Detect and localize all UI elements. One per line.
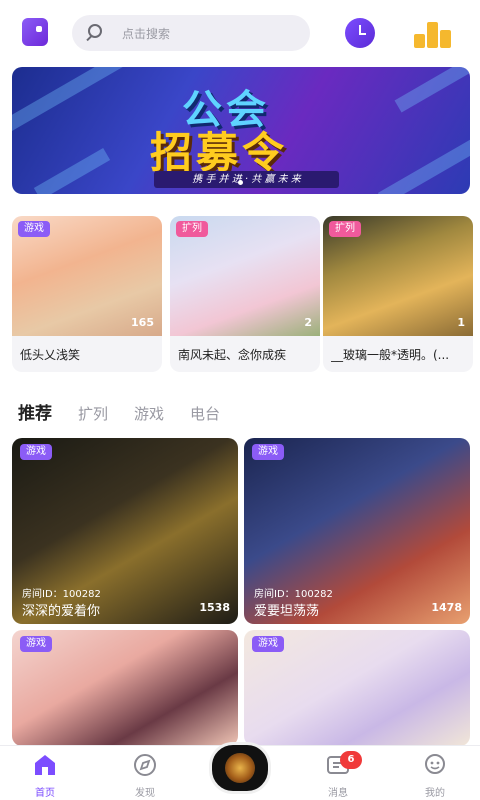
listener-count: 1538: [199, 601, 230, 614]
nav-discover[interactable]: 发现: [110, 746, 180, 800]
banner-pager-dot: [238, 180, 243, 185]
home-icon: [35, 755, 55, 775]
listener-count: 2: [304, 316, 312, 329]
banner-slogan: 携 手 并 进 · 共 赢 未 来: [154, 171, 339, 188]
room-tag: 游戏: [252, 636, 284, 652]
room-title: 爱要坦荡荡: [254, 604, 320, 619]
nav-me[interactable]: 我的: [400, 746, 470, 800]
room-id: 房间ID：100282: [254, 589, 333, 600]
listener-count: 1: [457, 316, 465, 329]
tab-recommend[interactable]: 推荐: [18, 399, 52, 424]
room-tag: 扩列: [176, 221, 208, 237]
category-tabs: 推荐 扩列 游戏 电台: [18, 396, 246, 424]
top-room-card[interactable]: 游戏 165 低头乂浅笑: [12, 216, 162, 372]
compass-icon: [134, 754, 156, 776]
nav-home[interactable]: 首页: [10, 746, 80, 800]
room-tag: 游戏: [18, 221, 50, 237]
nav-home-label: 首页: [35, 788, 55, 799]
listener-count: 165: [131, 316, 154, 329]
history-clock-icon[interactable]: [345, 18, 375, 48]
room-card[interactable]: 游戏 房间ID：100282 爱要坦荡荡 1478: [244, 438, 470, 624]
nav-me-label: 我的: [425, 788, 445, 799]
tab-games[interactable]: 游戏: [134, 403, 164, 424]
nav-discover-label: 发现: [135, 788, 155, 799]
rank-trophy-icon[interactable]: [414, 18, 452, 48]
listener-count: 1478: [431, 601, 462, 614]
profile-face-icon: [425, 754, 445, 774]
tab-expand[interactable]: 扩列: [78, 403, 108, 424]
room-name: 南风未起、念你成疾: [178, 348, 287, 362]
room-name: 低头乂浅笑: [20, 348, 81, 362]
room-tag: 游戏: [20, 636, 52, 652]
room-id: 房间ID：100282: [22, 589, 101, 600]
room-name: __玻璃一般*透明。(...: [331, 348, 450, 362]
tab-radio[interactable]: 电台: [190, 403, 220, 424]
room-card[interactable]: 游戏: [244, 630, 470, 746]
room-tag: 游戏: [20, 444, 52, 460]
room-card[interactable]: 游戏: [12, 630, 238, 746]
room-card[interactable]: 游戏 房间ID：100282 深深的爱着你 1538: [12, 438, 238, 624]
top-room-card[interactable]: 扩列 2 南风未起、念你成疾: [170, 216, 320, 372]
app-logo-icon[interactable]: [22, 18, 48, 46]
room-tag: 游戏: [252, 444, 284, 460]
top-bar: 点击搜索: [0, 0, 480, 66]
search-input[interactable]: 点击搜索: [72, 15, 310, 51]
search-placeholder: 点击搜索: [122, 26, 171, 41]
nav-messages-label: 消息: [328, 788, 348, 799]
search-icon: [86, 22, 108, 44]
live-room-avatar: [225, 753, 255, 783]
room-title: 深深的爱着你: [22, 604, 101, 619]
guild-recruit-banner[interactable]: 公会 招募令 携 手 并 进 · 共 赢 未 来: [12, 67, 470, 194]
center-live-button[interactable]: [209, 742, 271, 794]
message-badge: 6: [340, 751, 362, 769]
top-room-card[interactable]: 扩列 1 __玻璃一般*透明。(...: [323, 216, 473, 372]
room-tag: 扩列: [329, 221, 361, 237]
nav-messages[interactable]: 消息: [303, 746, 373, 800]
